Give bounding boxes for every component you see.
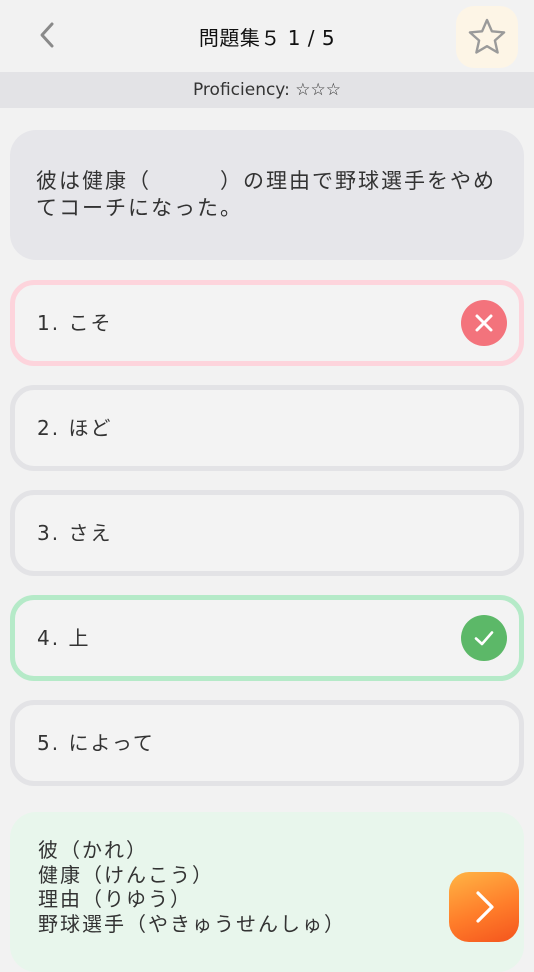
option-1[interactable]: 1. こそ — [10, 280, 524, 366]
reading-line: 野球選手（やきゅうせんしゅ） — [38, 911, 346, 936]
header-bar: 問題集５ 1 / 5 — [0, 0, 534, 72]
reading-line: 健康（けんこう） — [38, 862, 214, 887]
check-icon — [461, 615, 507, 661]
reading-line: 理由（りゆう） — [38, 887, 192, 911]
option-label: 1. こそ — [37, 311, 113, 335]
favorite-button[interactable] — [456, 6, 518, 68]
option-3[interactable]: 3. さえ — [10, 490, 524, 576]
next-button[interactable] — [449, 872, 519, 942]
proficiency-label: Proficiency: ☆☆☆ — [192, 80, 341, 100]
option-label: 5. によって — [37, 731, 155, 755]
page-title: 問題集５ 1 / 5 — [198, 26, 336, 50]
option-4[interactable]: 4. 上 — [10, 595, 524, 681]
reading-card: 彼（かれ） 健康（けんこう） 理由（りゆう） 野球選手（やきゅうせんしゅ） — [10, 812, 524, 972]
chevron-right-icon — [476, 891, 494, 923]
proficiency-bar: Proficiency: ☆☆☆ — [0, 72, 534, 108]
reading-line: 彼（かれ） — [38, 838, 148, 862]
close-icon — [461, 300, 507, 346]
option-label: 2. ほど — [37, 416, 113, 440]
option-label: 3. さえ — [37, 521, 113, 545]
option-label: 4. 上 — [37, 626, 91, 650]
star-outline-icon — [468, 18, 506, 54]
option-2[interactable]: 2. ほど — [10, 385, 524, 471]
option-5[interactable]: 5. によって — [10, 700, 524, 786]
question-text: 彼は健康（ ）の理由で野球選手をやめてコーチになった。 — [36, 169, 496, 220]
question-card: 彼は健康（ ）の理由で野球選手をやめてコーチになった。 — [10, 130, 524, 260]
